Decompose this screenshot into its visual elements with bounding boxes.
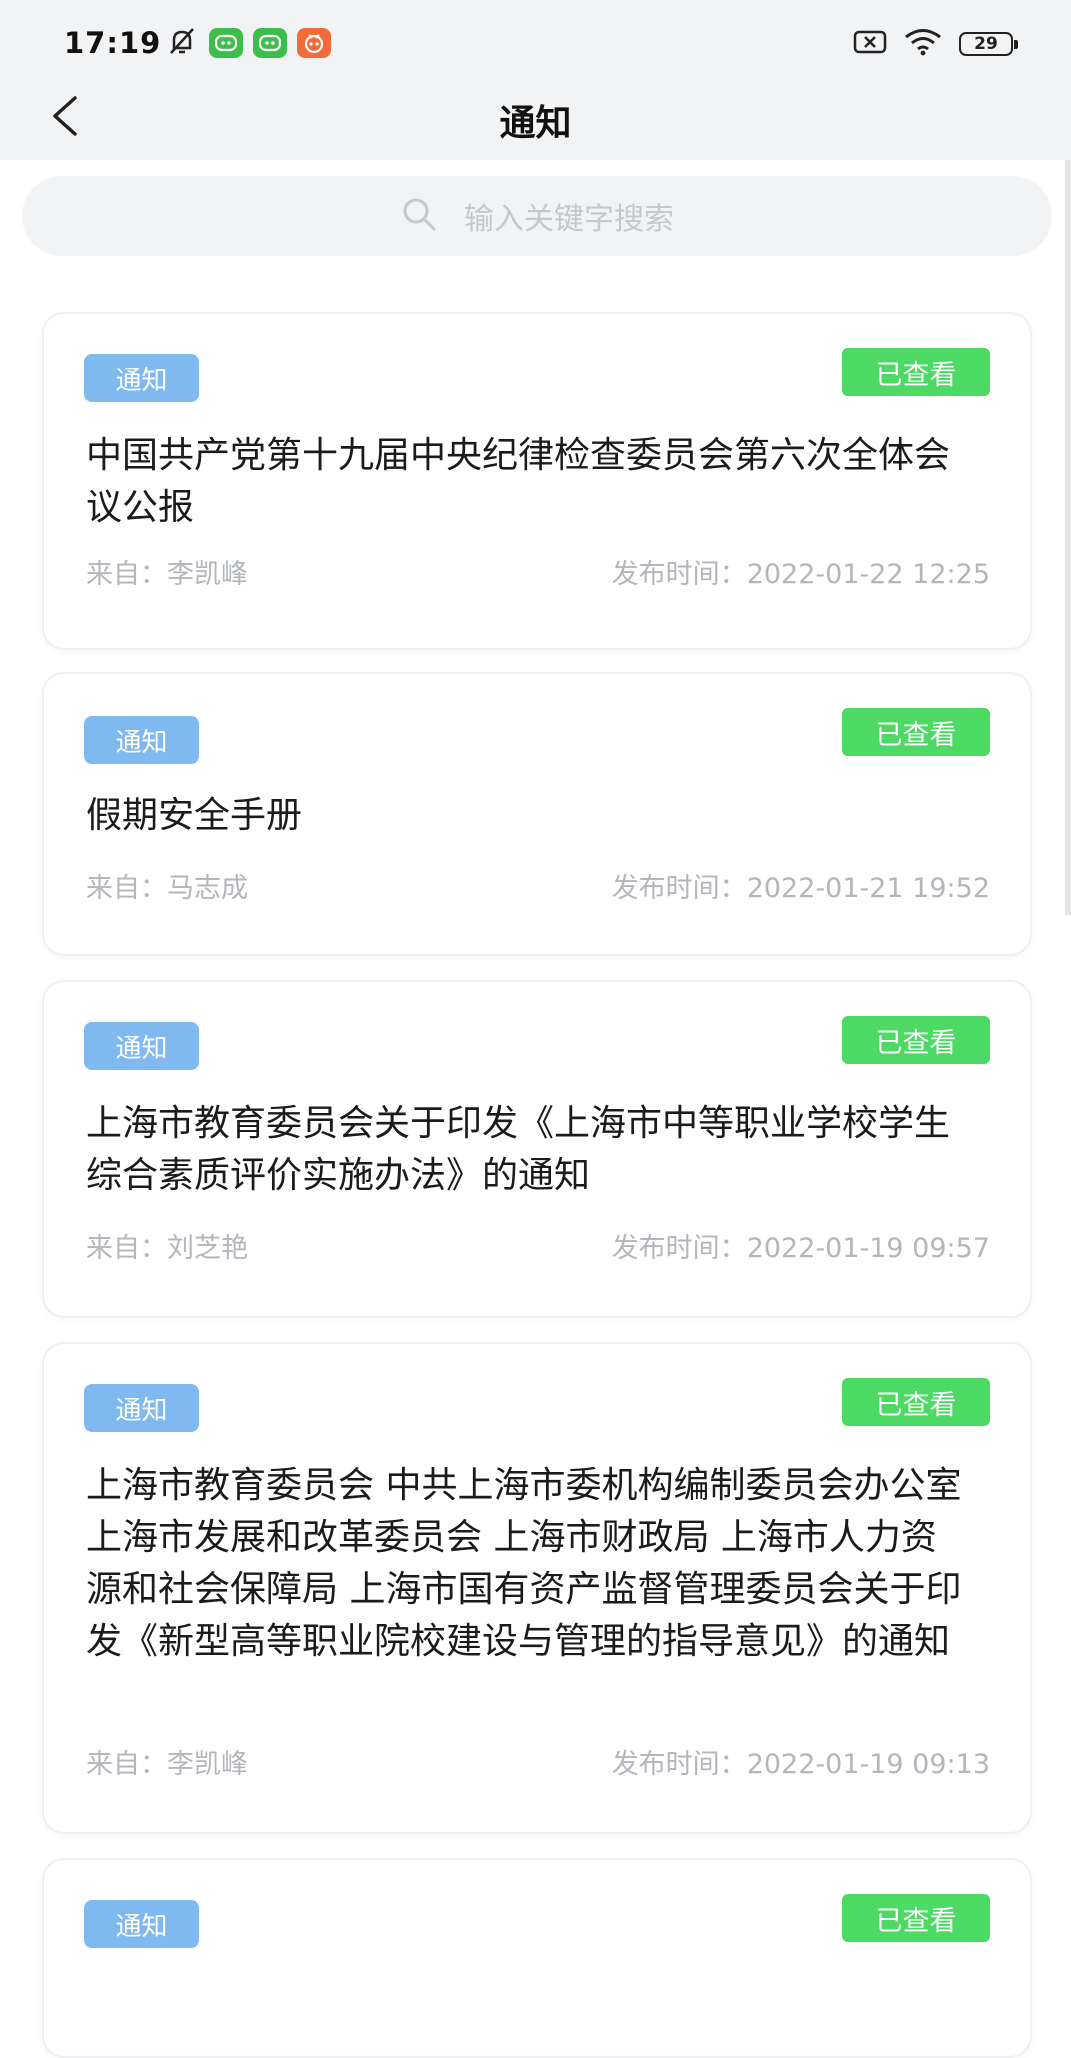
viewed-badge: 已查看 (842, 1894, 990, 1942)
notice-time: 发布时间：2022-01-21 19:52 (611, 873, 990, 904)
status-time: 17:19 (64, 26, 162, 60)
notice-from: 来自：李凯峰 (86, 1749, 248, 1780)
notice-meta: 来自：刘芝艳 发布时间：2022-01-19 09:57 (86, 1226, 990, 1265)
viewed-badge: 已查看 (842, 708, 990, 756)
notice-card[interactable]: 通知 已查看 (42, 1858, 1032, 2058)
notice-card[interactable]: 通知 已查看 假期安全手册 来自：马志成 发布时间：2022-01-21 19:… (42, 672, 1032, 956)
viewed-badge: 已查看 (842, 1016, 990, 1064)
notice-meta: 来自：李凯峰 发布时间：2022-01-22 12:25 (86, 552, 990, 591)
notice-card[interactable]: 通知 已查看 中国共产党第十九届中央纪律检查委员会第六次全体会议公报 来自：李凯… (42, 312, 1032, 650)
search-placeholder: 输入关键字搜索 (464, 202, 674, 237)
category-tag: 通知 (84, 716, 199, 764)
notice-card[interactable]: 通知 已查看 上海市教育委员会关于印发《上海市中等职业学校学生综合素质评价实施办… (42, 980, 1032, 1318)
page-title: 通知 (499, 103, 572, 144)
app-header: 通知 (0, 80, 1071, 160)
notice-time: 发布时间：2022-01-22 12:25 (611, 559, 990, 590)
wifi-icon (903, 28, 943, 60)
mute-bell-icon (165, 26, 199, 60)
notice-time: 发布时间：2022-01-19 09:57 (611, 1233, 990, 1264)
category-tag: 通知 (84, 1384, 199, 1432)
notice-from: 来自：李凯峰 (86, 559, 248, 590)
notice-meta: 来自：李凯峰 发布时间：2022-01-19 09:13 (86, 1742, 990, 1781)
search-input[interactable]: 输入关键字搜索 (22, 176, 1052, 256)
app-notification-icon (253, 28, 287, 58)
app-notification-icon (297, 28, 331, 58)
notice-from: 来自：刘芝艳 (86, 1233, 248, 1264)
notice-card[interactable]: 通知 已查看 上海市教育委员会 中共上海市委机构编制委员会办公室 上海市发展和改… (42, 1342, 1032, 1834)
notice-title: 上海市教育委员会 中共上海市委机构编制委员会办公室 上海市发展和改革委员会 上海… (86, 1465, 962, 1662)
viewed-badge: 已查看 (842, 348, 990, 396)
notice-title: 上海市教育委员会关于印发《上海市中等职业学校学生综合素质评价实施办法》的通知 (86, 1103, 951, 1196)
category-tag: 通知 (84, 1022, 199, 1070)
system-status-icons: 29 (853, 28, 1018, 60)
category-tag: 通知 (84, 354, 199, 402)
sim-icon (853, 30, 887, 58)
scrollbar[interactable] (1065, 160, 1071, 915)
category-tag: 通知 (84, 1900, 199, 1948)
search-icon (400, 195, 438, 237)
notice-meta: 来自：马志成 发布时间：2022-01-21 19:52 (86, 866, 990, 905)
viewed-badge: 已查看 (842, 1378, 990, 1426)
battery-icon: 29 (959, 32, 1018, 56)
notice-title: 假期安全手册 (86, 795, 303, 836)
status-bar: 17:19 29 (0, 0, 1071, 80)
notice-time: 发布时间：2022-01-19 09:13 (611, 1749, 990, 1780)
notice-from: 来自：马志成 (86, 873, 248, 904)
app-notification-icon (209, 28, 243, 58)
notice-title: 中国共产党第十九届中央纪律检查委员会第六次全体会议公报 (86, 435, 951, 528)
notification-icons (165, 26, 331, 60)
